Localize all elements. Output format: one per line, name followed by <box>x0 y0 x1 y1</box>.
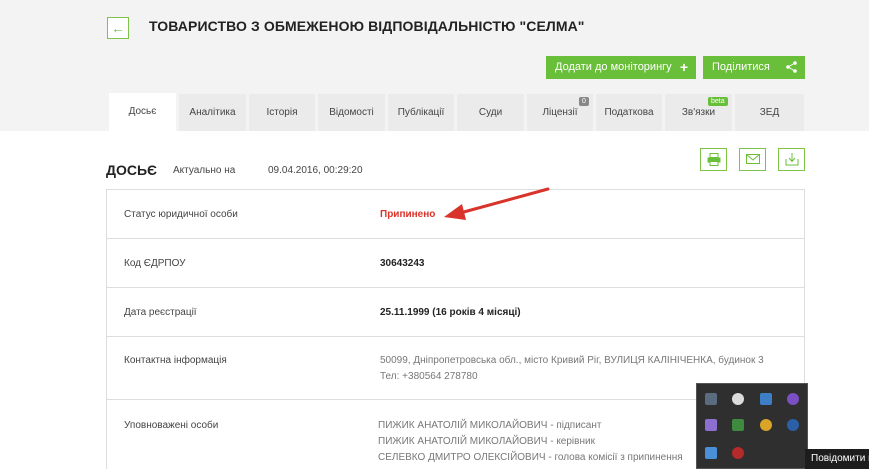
viber-icon[interactable] <box>787 393 799 405</box>
tab-label: Публікації <box>397 107 445 118</box>
contact-label: Контактна інформація <box>124 355 227 366</box>
company-title: ТОВАРИСТВО З ОБМЕЖЕНОЮ ВІДПОВІДАЛЬНІСТЮ … <box>149 18 585 34</box>
notification-bar[interactable]: Повідомити п <box>805 449 869 469</box>
share-label: Поділитися <box>712 61 770 73</box>
licenses-count-badge: 0 <box>579 97 589 106</box>
registration-date-label: Дата реєстрації <box>124 307 197 318</box>
coin-icon[interactable] <box>760 419 772 431</box>
mail-icon <box>746 154 760 164</box>
tab-tax[interactable]: Податкова <box>596 94 662 131</box>
person-line: ПИЖИК АНАТОЛІЙ МИКОЛАЙОВИЧ - підписант <box>378 420 602 431</box>
tab-label: Зв'язки <box>681 107 716 118</box>
shield-icon[interactable] <box>705 447 717 459</box>
bluetooth-icon[interactable] <box>787 419 799 431</box>
app-icon[interactable] <box>760 393 772 405</box>
table-row: Код ЄДРПОУ 30643243 <box>107 239 804 288</box>
tab-foreign-trade[interactable]: ЗЕД <box>735 94 804 131</box>
persons-label: Уповноважені особи <box>124 420 219 431</box>
tab-history[interactable]: Історія <box>249 94 315 131</box>
tab-label: Податкова <box>604 107 654 118</box>
status-value: Припинено <box>380 209 436 220</box>
tab-label: Суди <box>478 107 503 118</box>
actual-date: 09.04.2016, 00:29:20 <box>268 165 363 176</box>
arrow-left-icon: ← <box>111 20 125 36</box>
tab-label: ЗЕД <box>759 107 780 118</box>
code-value: 30643243 <box>380 258 425 269</box>
print-icon <box>707 153 721 166</box>
screen-icon[interactable] <box>732 419 744 431</box>
contact-address: 50099, Дніпропетровська обл., місто Крив… <box>380 355 764 366</box>
back-button[interactable]: ← <box>107 17 129 39</box>
status-label: Статус юридичної особи <box>124 209 238 220</box>
header-area: ← ТОВАРИСТВО З ОБМЕЖЕНОЮ ВІДПОВІДАЛЬНІСТ… <box>0 0 869 131</box>
tab-dossier[interactable]: Досьє <box>109 93 176 131</box>
code-label: Код ЄДРПОУ <box>124 258 186 269</box>
tab-courts[interactable]: Суди <box>457 94 524 131</box>
tab-records[interactable]: Відомості <box>318 94 385 131</box>
person-line: СЕЛЕВКО ДМИТРО ОЛЕКСІЙОВИЧ - голова комі… <box>378 452 683 463</box>
download-button[interactable] <box>778 148 805 171</box>
dossier-heading: ДОСЬЄ <box>106 162 157 178</box>
table-row: Дата реєстрації 25.11.1999 (16 років 4 м… <box>107 288 804 337</box>
add-to-monitoring-label: Додати до моніторингу <box>555 61 672 73</box>
registration-date-value: 25.11.1999 (16 років 4 місяці) <box>380 307 521 318</box>
tab-connections[interactable]: Зв'язки beta <box>665 94 732 131</box>
share-icon <box>786 56 797 80</box>
tab-label: Відомості <box>329 107 374 118</box>
print-button[interactable] <box>700 148 727 171</box>
tab-licenses[interactable]: Ліцензії 0 <box>527 94 593 131</box>
system-tray-popup <box>696 383 808 469</box>
tab-publications[interactable]: Публікації <box>388 94 454 131</box>
pen-icon[interactable] <box>705 419 717 431</box>
record-icon[interactable] <box>732 447 744 459</box>
share-button[interactable]: Поділитися <box>703 56 805 79</box>
download-icon <box>785 153 799 166</box>
tab-label: Історія <box>266 107 298 118</box>
monitor-icon[interactable] <box>705 393 717 405</box>
contact-value: 50099, Дніпропетровська обл., місто Крив… <box>380 353 764 385</box>
annotation-arrow <box>444 187 550 220</box>
add-to-monitoring-button[interactable]: Додати до моніторингу + <box>546 56 696 79</box>
actual-label: Актуально на <box>173 165 236 176</box>
beta-badge: beta <box>708 97 728 106</box>
tab-label: Аналітика <box>189 107 236 118</box>
email-button[interactable] <box>739 148 766 171</box>
persons-value: ПИЖИК АНАТОЛІЙ МИКОЛАЙОВИЧ - підписант П… <box>378 418 683 466</box>
person-line: ПИЖИК АНАТОЛІЙ МИКОЛАЙОВИЧ - керівник <box>378 436 595 447</box>
tab-label: Досьє <box>128 106 157 117</box>
tab-analytics[interactable]: Аналітика <box>179 94 246 131</box>
cloud-icon[interactable] <box>732 393 744 405</box>
plus-icon: + <box>679 59 688 75</box>
tab-label: Ліцензії <box>542 107 578 118</box>
